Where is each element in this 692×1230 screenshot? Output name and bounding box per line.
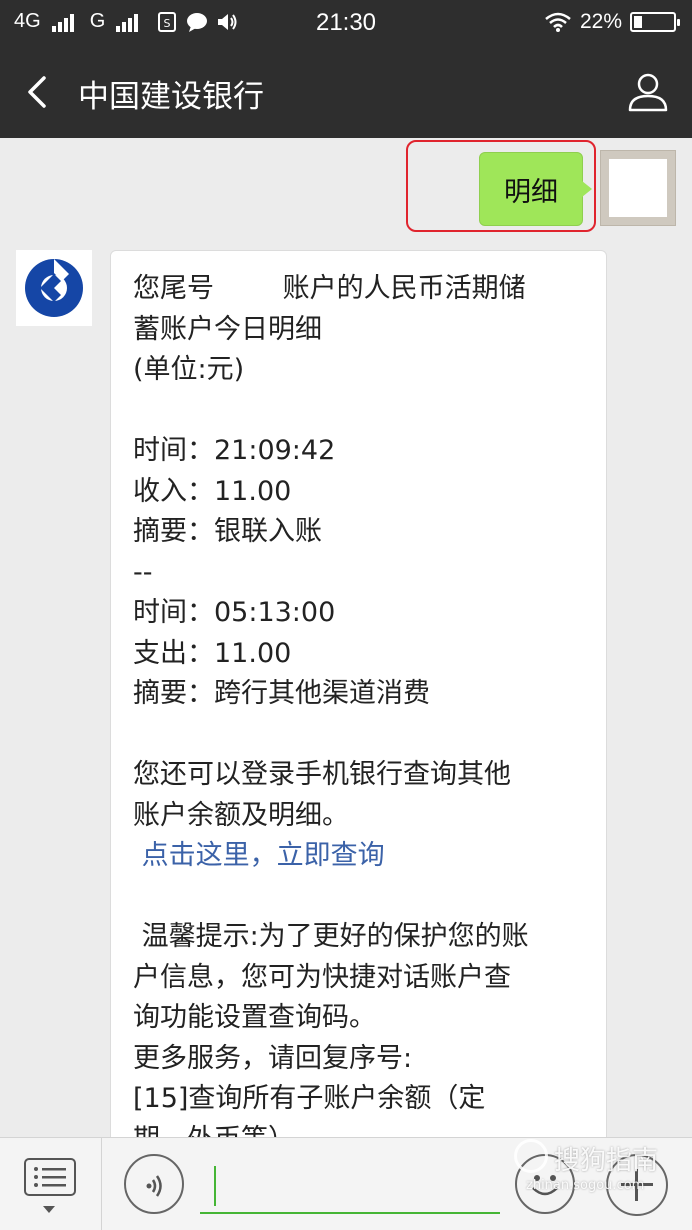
battery-icon (630, 12, 680, 32)
message-line: 支出：11.00 (133, 637, 292, 669)
chevron-left-icon[interactable] (18, 72, 58, 112)
page-title: 中国建设银行 (78, 79, 264, 115)
voice-button[interactable] (124, 1154, 184, 1214)
person-icon[interactable] (626, 70, 670, 114)
status-bar: 4G G S 21:30 22% (0, 0, 692, 46)
message-line: 温馨提示:为了更好的保护您的账 (133, 921, 529, 952)
query-link[interactable]: 点击这里，立即查询 (133, 836, 593, 877)
message-line: 账户余额及明细。 (133, 799, 349, 831)
voice-icon (146, 1175, 162, 1197)
message-line: [15]查询所有子账户余额（定 (133, 1083, 486, 1114)
divider (101, 1138, 102, 1230)
wifi-icon (545, 12, 571, 32)
message-line: 蓄账户今日明细 (133, 313, 322, 345)
message-line (133, 391, 593, 432)
title-bar: 中国建设银行 (0, 46, 692, 138)
message-line: 询功能设置查询码。 (133, 1002, 376, 1033)
plus-button[interactable] (606, 1154, 668, 1216)
message-line: 期、外币等） (133, 1120, 593, 1138)
incoming-message-text: 您尾号 账户的人民币活期储 蓄账户今日明细 (单位:元) 时间：21:09:42 收入：… (133, 269, 593, 1137)
message-line: 户信息，您可为快捷对话账户查 (133, 961, 511, 993)
battery-percent: 22% (579, 10, 622, 33)
message-line (133, 715, 593, 756)
message-line: (单位:元) (133, 354, 245, 385)
input-bar (0, 1137, 692, 1230)
avatar-image (609, 159, 667, 217)
message-line: 收入：11.00 (133, 475, 292, 507)
message-line: 更多服务，请回复序号: (133, 1042, 413, 1074)
emoji-icon (532, 1175, 558, 1196)
message-line: 您尾号 账户的人民币活期储 (133, 273, 526, 304)
message-line (133, 877, 593, 918)
emoji-button[interactable] (515, 1154, 575, 1214)
bank-avatar[interactable] (16, 250, 92, 326)
message-line: 时间：05:13:00 (133, 597, 336, 628)
incoming-message-bubble[interactable]: 您尾号 账户的人民币活期储 蓄账户今日明细 (单位:元) 时间：21:09:42 收入：… (110, 250, 607, 1137)
outgoing-message-text: 明细 (504, 176, 558, 208)
status-right: 22% (544, 10, 680, 34)
battery-fill (634, 16, 642, 28)
message-input[interactable] (200, 1156, 500, 1214)
message-line: 摘要：跨行其他渠道消费 (133, 678, 430, 709)
plus-icon (621, 1169, 653, 1201)
text-caret (214, 1166, 216, 1206)
my-avatar[interactable] (600, 150, 676, 226)
menu-expand-arrow-icon[interactable] (43, 1206, 55, 1213)
menu-list-icon[interactable] (24, 1158, 76, 1202)
message-line: -- (133, 556, 153, 588)
message-line: 摘要：银联入账 (133, 516, 322, 547)
message-line: 您还可以登录手机银行查询其他 (133, 759, 511, 790)
message-line: 时间：21:09:42 (133, 435, 336, 466)
chat-area[interactable]: 明细 您尾号 账户的人民币活期储 蓄账户今日明细 (单位:元) 时间：21:09:42… (0, 138, 692, 1137)
ccb-logo-icon (25, 259, 83, 317)
outgoing-message-bubble[interactable]: 明细 (479, 152, 592, 226)
